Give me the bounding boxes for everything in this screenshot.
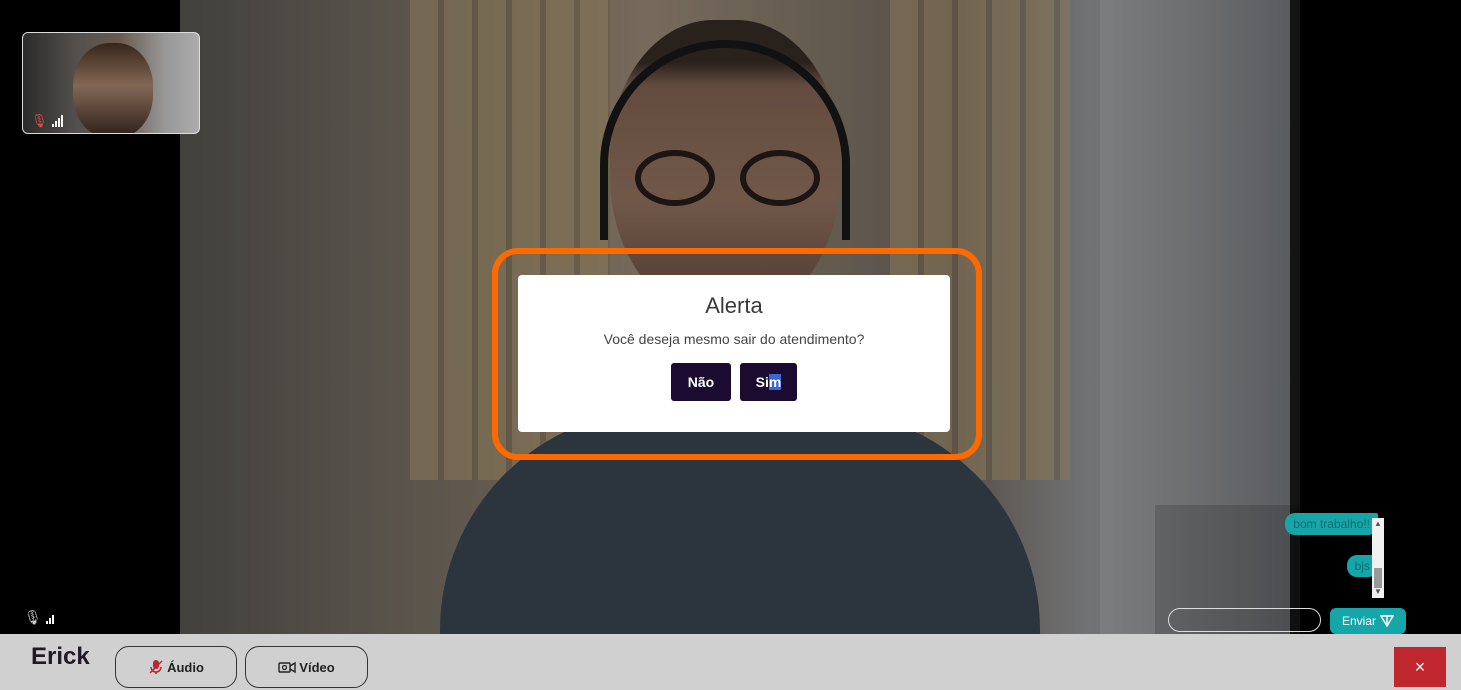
scroll-down-icon[interactable]: ▼ xyxy=(1372,586,1384,598)
caller-name: Erick xyxy=(31,643,90,670)
mic-muted-icon xyxy=(149,660,163,674)
mic-icon: 🎙 xyxy=(24,609,42,625)
signal-icon xyxy=(51,115,63,127)
annotation-highlight xyxy=(492,248,982,460)
chat-panel: bom trabalho!! bjs ▲ ▼ Enviar xyxy=(1155,505,1425,634)
main-status: 🎙 xyxy=(24,610,54,624)
self-status: 🎙 xyxy=(31,114,63,127)
send-button[interactable]: Enviar xyxy=(1330,608,1406,634)
chat-input[interactable] xyxy=(1168,608,1321,632)
audio-label: Áudio xyxy=(167,659,204,675)
scroll-thumb[interactable] xyxy=(1374,568,1382,588)
chat-message: bom trabalho!! xyxy=(1285,513,1378,535)
end-call-button[interactable]: × xyxy=(1394,647,1446,687)
close-icon: × xyxy=(1414,656,1426,677)
video-button[interactable]: Vídeo xyxy=(245,646,368,688)
signal-icon xyxy=(45,612,54,624)
send-icon xyxy=(1380,615,1394,627)
mic-muted-icon: 🎙 xyxy=(31,113,48,128)
video-camera-icon xyxy=(278,661,296,674)
video-label: Vídeo xyxy=(299,659,335,675)
send-label: Enviar xyxy=(1341,614,1376,628)
audio-button[interactable]: Áudio xyxy=(115,646,237,688)
chat-scrollbar[interactable]: ▲ ▼ xyxy=(1372,518,1384,598)
self-preview[interactable]: 🎙 xyxy=(22,32,200,134)
bottom-bar: Erick Áudio Vídeo × xyxy=(0,634,1461,690)
scroll-up-icon[interactable]: ▲ xyxy=(1372,518,1384,530)
